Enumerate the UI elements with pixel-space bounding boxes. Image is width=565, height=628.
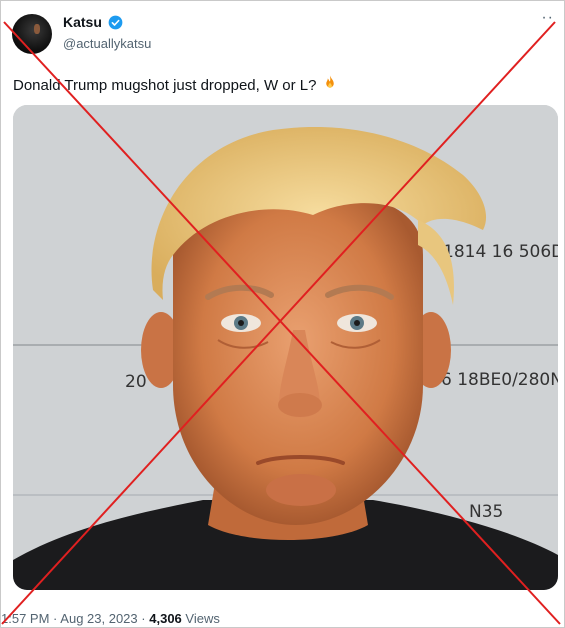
handle[interactable]: @actuallykatsu bbox=[63, 36, 151, 51]
board-text-2: 6 18BE0/280ND bbox=[441, 370, 558, 390]
fire-icon bbox=[325, 75, 334, 88]
verified-badge-icon bbox=[108, 15, 123, 30]
tweet-card: Katsu @actuallykatsu ·· Donald Trump mug… bbox=[0, 0, 565, 628]
tweet-metadata: 1:57 PM · Aug 23, 2023 · 4,306 Views bbox=[1, 611, 220, 626]
tweet-text-content: Donald Trump mugshot just dropped, W or … bbox=[13, 77, 317, 94]
board-text-4: N35 bbox=[469, 502, 503, 522]
display-name[interactable]: Katsu bbox=[63, 14, 102, 30]
views-count: 4,306 bbox=[149, 611, 182, 626]
tweet-time[interactable]: 1:57 PM bbox=[1, 611, 49, 626]
separator: · bbox=[53, 611, 58, 626]
more-dots-icon[interactable]: ·· bbox=[541, 9, 554, 27]
tweet-image[interactable]: 1814 16 506DE 6 18BE0/280ND 20 N35 bbox=[13, 105, 558, 590]
tweet-date[interactable]: Aug 23, 2023 bbox=[60, 611, 137, 626]
views-label: Views bbox=[185, 611, 220, 626]
avatar[interactable] bbox=[12, 14, 52, 54]
board-text-3: 20 bbox=[125, 372, 147, 392]
tweet-text: Donald Trump mugshot just dropped, W or … bbox=[13, 74, 339, 94]
separator: · bbox=[141, 611, 146, 626]
board-text-1: 1814 16 506DE bbox=[443, 242, 558, 262]
